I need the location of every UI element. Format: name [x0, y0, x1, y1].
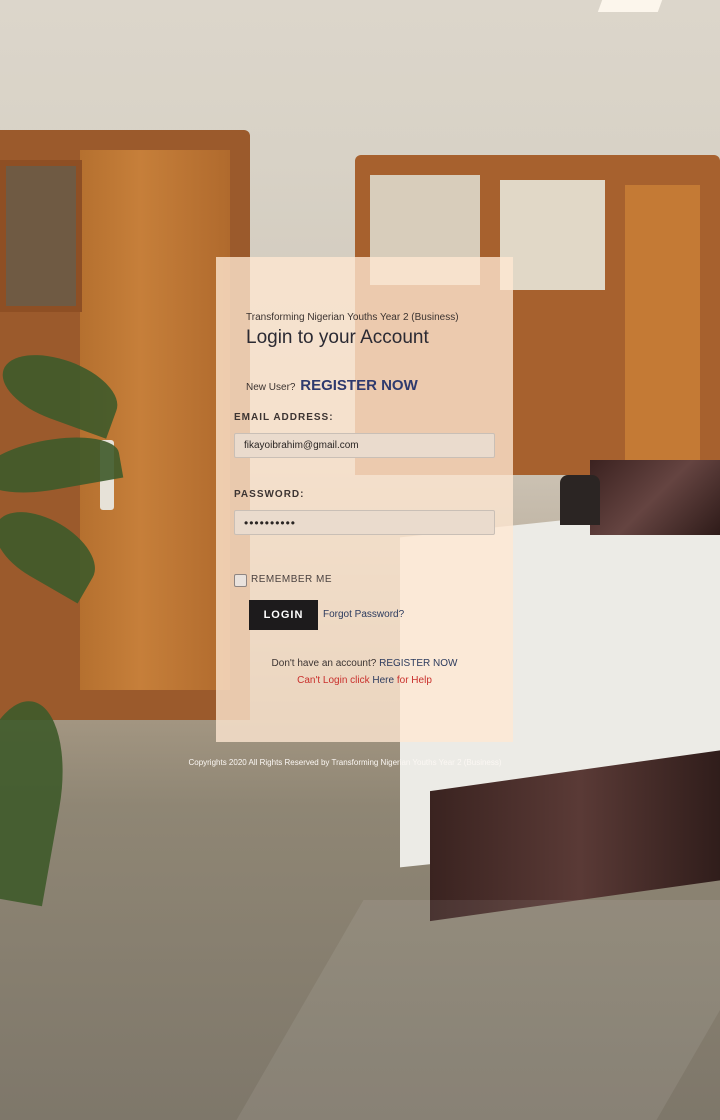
- help-text: Can't Login click Here for Help: [216, 675, 513, 686]
- remember-me-checkbox[interactable]: [234, 574, 247, 587]
- page-title: Login to your Account: [246, 327, 429, 348]
- password-field[interactable]: [234, 510, 495, 535]
- login-card: Transforming Nigerian Youths Year 2 (Bus…: [216, 257, 513, 742]
- left-window: [0, 160, 82, 312]
- site-subtitle: Transforming Nigerian Youths Year 2 (Bus…: [246, 312, 459, 323]
- email-label: EMAIL ADDRESS:: [234, 412, 334, 423]
- right-door: [625, 185, 700, 475]
- forgot-password-link[interactable]: Forgot Password?: [323, 609, 404, 620]
- remember-me[interactable]: REMEMBER ME: [234, 571, 332, 587]
- floor-reflection: [236, 900, 720, 1120]
- ceiling-light: [597, 0, 663, 12]
- for-help-label: for Help: [396, 675, 432, 686]
- marble-block: [590, 460, 720, 535]
- password-label: PASSWORD:: [234, 489, 305, 500]
- cant-login-label: Can't Login click: [297, 675, 370, 686]
- new-user-label: New User?: [246, 382, 296, 393]
- new-user-prompt: New User? REGISTER NOW: [246, 377, 418, 394]
- remember-me-label: REMEMBER ME: [251, 573, 333, 585]
- plant-leaf: [0, 693, 77, 907]
- no-account-label: Don't have an account?: [271, 658, 377, 669]
- no-account-text: Don't have an account? REGISTER NOW: [216, 658, 513, 669]
- copyright-text: Copyrights 2020 All Rights Reserved by T…: [188, 758, 502, 767]
- right-glass-pane: [500, 180, 605, 290]
- register-now-link[interactable]: REGISTER NOW: [300, 377, 418, 394]
- help-here-link[interactable]: Here: [372, 675, 394, 686]
- footer-register-link[interactable]: REGISTER NOW: [379, 658, 457, 669]
- chair: [560, 475, 600, 525]
- email-field[interactable]: [234, 433, 495, 458]
- login-button[interactable]: LOGIN: [249, 600, 318, 630]
